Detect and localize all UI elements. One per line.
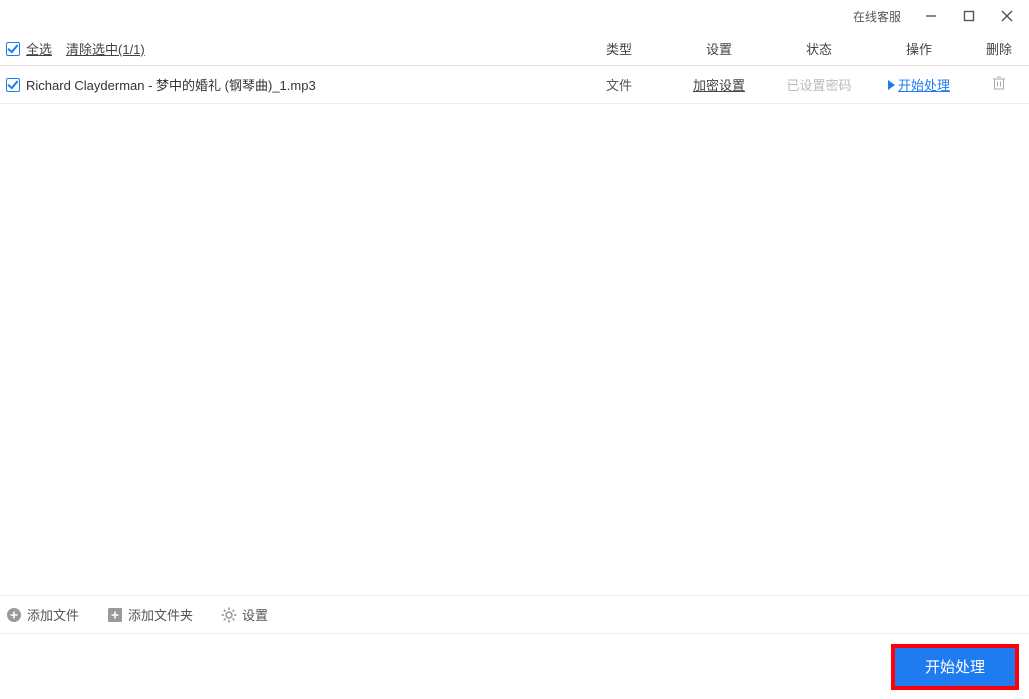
row-checkbox[interactable]: [6, 78, 20, 92]
header-action: 操作: [869, 39, 969, 58]
titlebar: 在线客服: [0, 0, 1029, 32]
clear-selection-link[interactable]: 清除选中(1/1): [66, 39, 145, 58]
settings-button[interactable]: 设置: [221, 605, 268, 624]
minimize-icon: [925, 10, 937, 22]
settings-label: 设置: [242, 605, 268, 624]
header-type: 类型: [569, 39, 669, 58]
customer-service-link[interactable]: 在线客服: [853, 8, 901, 25]
close-icon: [1001, 10, 1013, 22]
footer: 开始处理: [0, 633, 1029, 699]
header-delete: 删除: [969, 39, 1029, 58]
maximize-icon: [963, 10, 975, 22]
start-button-highlight: 开始处理: [891, 644, 1019, 690]
table-row: Richard Clayderman - 梦中的婚礼 (钢琴曲)_1.mp3 文…: [0, 66, 1029, 104]
delete-button[interactable]: [992, 75, 1006, 91]
header-name-col: 全选 清除选中(1/1): [0, 39, 569, 58]
start-process-link[interactable]: 开始处理: [888, 75, 950, 94]
row-action: 开始处理: [869, 75, 969, 94]
add-file-button[interactable]: 添加文件: [6, 605, 79, 624]
trash-icon: [992, 75, 1006, 91]
add-folder-label: 添加文件夹: [128, 605, 193, 624]
close-button[interactable]: [993, 2, 1021, 30]
header-setting: 设置: [669, 39, 769, 58]
encrypt-settings-link[interactable]: 加密设置: [693, 78, 745, 93]
row-delete: [969, 75, 1029, 94]
gear-icon: [221, 607, 237, 623]
header-status: 状态: [769, 39, 869, 58]
add-file-label: 添加文件: [27, 605, 79, 624]
maximize-button[interactable]: [955, 2, 983, 30]
file-name: Richard Clayderman - 梦中的婚礼 (钢琴曲)_1.mp3: [26, 75, 316, 94]
select-all-checkbox[interactable]: [6, 42, 20, 56]
plus-square-icon: [107, 607, 123, 623]
plus-circle-icon: [6, 607, 22, 623]
bottom-toolbar: 添加文件 添加文件夹 设置: [0, 595, 1029, 633]
add-folder-button[interactable]: 添加文件夹: [107, 605, 193, 624]
row-name-cell: Richard Clayderman - 梦中的婚礼 (钢琴曲)_1.mp3: [0, 75, 569, 94]
minimize-button[interactable]: [917, 2, 945, 30]
row-setting: 加密设置: [669, 75, 769, 94]
select-all-label[interactable]: 全选: [26, 39, 52, 58]
row-type: 文件: [569, 75, 669, 94]
start-process-label: 开始处理: [898, 75, 950, 94]
row-status: 已设置密码: [769, 75, 869, 94]
play-icon: [888, 80, 895, 90]
table-header: 全选 清除选中(1/1) 类型 设置 状态 操作 删除: [0, 32, 1029, 66]
start-processing-button[interactable]: 开始处理: [895, 648, 1015, 686]
